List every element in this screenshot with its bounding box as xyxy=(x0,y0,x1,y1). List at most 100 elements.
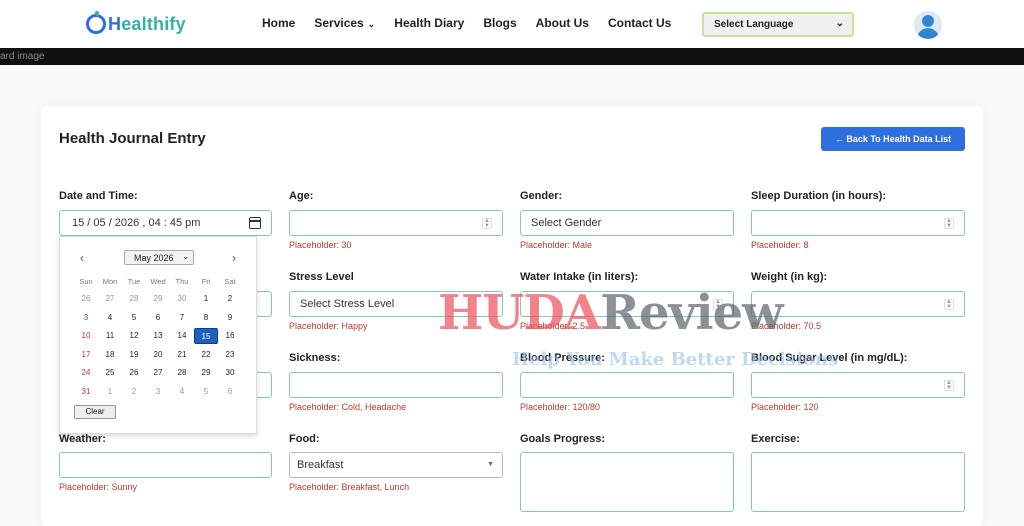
calendar-day[interactable]: 24 xyxy=(74,365,98,381)
calendar-day[interactable]: 29 xyxy=(146,291,170,307)
calendar-day[interactable]: 13 xyxy=(146,328,170,344)
sickness-label: Sickness: xyxy=(289,352,341,364)
chevron-down-icon: ⌄ xyxy=(367,19,376,29)
age-label: Age: xyxy=(289,190,314,202)
calendar-day[interactable]: 29 xyxy=(194,365,218,381)
nav-services[interactable]: Services ⌄ xyxy=(314,16,375,30)
weekday-header: Sun xyxy=(79,277,93,286)
weather-placeholder-hint: Placeholder: Sunny xyxy=(59,482,138,492)
sleep-placeholder-hint: Placeholder: 8 xyxy=(751,240,809,250)
logo-text: Healthify xyxy=(108,13,186,34)
exercise-textarea[interactable] xyxy=(751,452,965,512)
banner-image xyxy=(0,48,1024,65)
nav-blogs[interactable]: Blogs xyxy=(483,16,516,30)
water-label: Water Intake (in liters): xyxy=(520,271,639,283)
food-select[interactable]: Breakfast ▼ xyxy=(289,452,503,478)
calendar-day[interactable]: 20 xyxy=(146,347,170,363)
calendar-day[interactable]: 7 xyxy=(170,310,194,326)
food-placeholder-hint: Placeholder: Breakfast, Lunch xyxy=(289,482,410,492)
healthify-logo[interactable]: Healthify xyxy=(86,11,186,36)
month-select[interactable]: May 2026 ⌄ xyxy=(124,250,194,265)
calendar-day[interactable]: 2 xyxy=(122,384,146,400)
calendar-day[interactable]: 4 xyxy=(98,310,122,326)
banner-alt-text: ard image xyxy=(0,51,45,62)
calendar-day[interactable]: 10 xyxy=(74,328,98,344)
top-navbar: Healthify Home Services ⌄ Health Diary Bl… xyxy=(0,0,1024,48)
calendar-day[interactable]: 8 xyxy=(194,310,218,326)
next-month-icon[interactable]: › xyxy=(232,251,236,265)
language-select[interactable]: Select Language ⌄ xyxy=(702,12,854,37)
calendar-day[interactable]: 3 xyxy=(74,310,98,326)
stepper-icon[interactable]: ▲ ▼ xyxy=(944,380,954,391)
calendar-day[interactable]: 4 xyxy=(170,384,194,400)
back-to-list-button[interactable]: ← Back To Health Data List xyxy=(821,127,965,151)
sugar-placeholder-hint: Placeholder: 120 xyxy=(751,402,819,412)
stepper-icon[interactable]: ▲ ▼ xyxy=(482,218,492,229)
nav-contact-us[interactable]: Contact Us xyxy=(608,16,671,30)
calendar-day[interactable]: 28 xyxy=(170,365,194,381)
weight-input[interactable]: ▲ ▼ xyxy=(751,291,965,317)
age-placeholder-hint: Placeholder: 30 xyxy=(289,240,352,250)
sugar-input[interactable]: ▲ ▼ xyxy=(751,372,965,398)
calendar-day[interactable]: 2 xyxy=(218,291,242,307)
calendar-day[interactable]: 15 xyxy=(194,328,218,344)
calendar-icon[interactable] xyxy=(249,217,261,229)
calendar-day[interactable]: 3 xyxy=(146,384,170,400)
nav-home[interactable]: Home xyxy=(262,16,295,30)
calendar-day[interactable]: 27 xyxy=(98,291,122,307)
weight-label: Weight (in kg): xyxy=(751,271,828,283)
clear-date-button[interactable]: Clear xyxy=(74,405,116,419)
stepper-icon[interactable]: ▲ ▼ xyxy=(944,218,954,229)
gender-placeholder-hint: Placeholder: Male xyxy=(520,240,593,250)
calendar-day[interactable]: 6 xyxy=(146,310,170,326)
gender-label: Gender: xyxy=(520,190,563,202)
calendar-day[interactable]: 26 xyxy=(74,291,98,307)
calendar-day[interactable]: 18 xyxy=(98,347,122,363)
datetime-label: Date and Time: xyxy=(59,190,138,202)
calendar-day[interactable]: 28 xyxy=(122,291,146,307)
user-avatar-icon[interactable] xyxy=(914,11,942,39)
age-input[interactable]: ▲ ▼ xyxy=(289,210,503,236)
sleep-label: Sleep Duration (in hours): xyxy=(751,190,887,202)
weekday-header: Mon xyxy=(102,277,118,286)
nav-about-us[interactable]: About Us xyxy=(536,16,589,30)
calendar-day[interactable]: 1 xyxy=(98,384,122,400)
calendar-day[interactable]: 30 xyxy=(170,291,194,307)
calendar-day[interactable]: 19 xyxy=(122,347,146,363)
calendar-day[interactable]: 11 xyxy=(98,328,122,344)
goals-textarea[interactable] xyxy=(520,452,734,512)
weekday-header: Tue xyxy=(127,277,141,286)
weather-label: Weather: xyxy=(59,433,106,445)
calendar-day[interactable]: 17 xyxy=(74,347,98,363)
nav-health-diary[interactable]: Health Diary xyxy=(394,16,464,30)
calendar-day[interactable]: 5 xyxy=(194,384,218,400)
calendar-day[interactable]: 5 xyxy=(122,310,146,326)
page-title: Health Journal Entry xyxy=(59,130,206,147)
stress-label: Stress Level xyxy=(289,271,354,283)
calendar-day[interactable]: 26 xyxy=(122,365,146,381)
sleep-input[interactable]: ▲ ▼ xyxy=(751,210,965,236)
datetime-input[interactable]: 15 / 05 / 2026 , 04 : 45 pm xyxy=(59,210,272,236)
calendar-day[interactable]: 22 xyxy=(194,347,218,363)
calendar-day[interactable]: 25 xyxy=(98,365,122,381)
gender-select[interactable]: Select Gender xyxy=(520,210,734,236)
logo-icon xyxy=(86,11,106,34)
date-picker-popup: ‹ May 2026 ⌄ › Clear Sun Mon Tue Wed Thu Fri Sa… xyxy=(59,236,257,434)
calendar-day[interactable]: 14 xyxy=(170,328,194,344)
calendar-day[interactable]: 23 xyxy=(218,347,242,363)
sickness-placeholder-hint: Placeholder: Cold, Headache xyxy=(289,402,407,412)
sickness-input[interactable] xyxy=(289,372,503,398)
stepper-icon[interactable]: ▲ ▼ xyxy=(944,299,954,310)
calendar-day[interactable]: 21 xyxy=(170,347,194,363)
calendar-day[interactable]: 31 xyxy=(74,384,98,400)
calendar-day[interactable]: 9 xyxy=(218,310,242,326)
calendar-day[interactable]: 1 xyxy=(194,291,218,307)
calendar-day[interactable]: 6 xyxy=(218,384,242,400)
calendar-day[interactable]: 30 xyxy=(218,365,242,381)
weather-input[interactable] xyxy=(59,452,272,478)
prev-month-icon[interactable]: ‹ xyxy=(80,251,84,265)
calendar-day[interactable]: 12 xyxy=(122,328,146,344)
calendar-day[interactable]: 16 xyxy=(218,328,242,344)
calendar-day[interactable]: 27 xyxy=(146,365,170,381)
bp-input[interactable] xyxy=(520,372,734,398)
